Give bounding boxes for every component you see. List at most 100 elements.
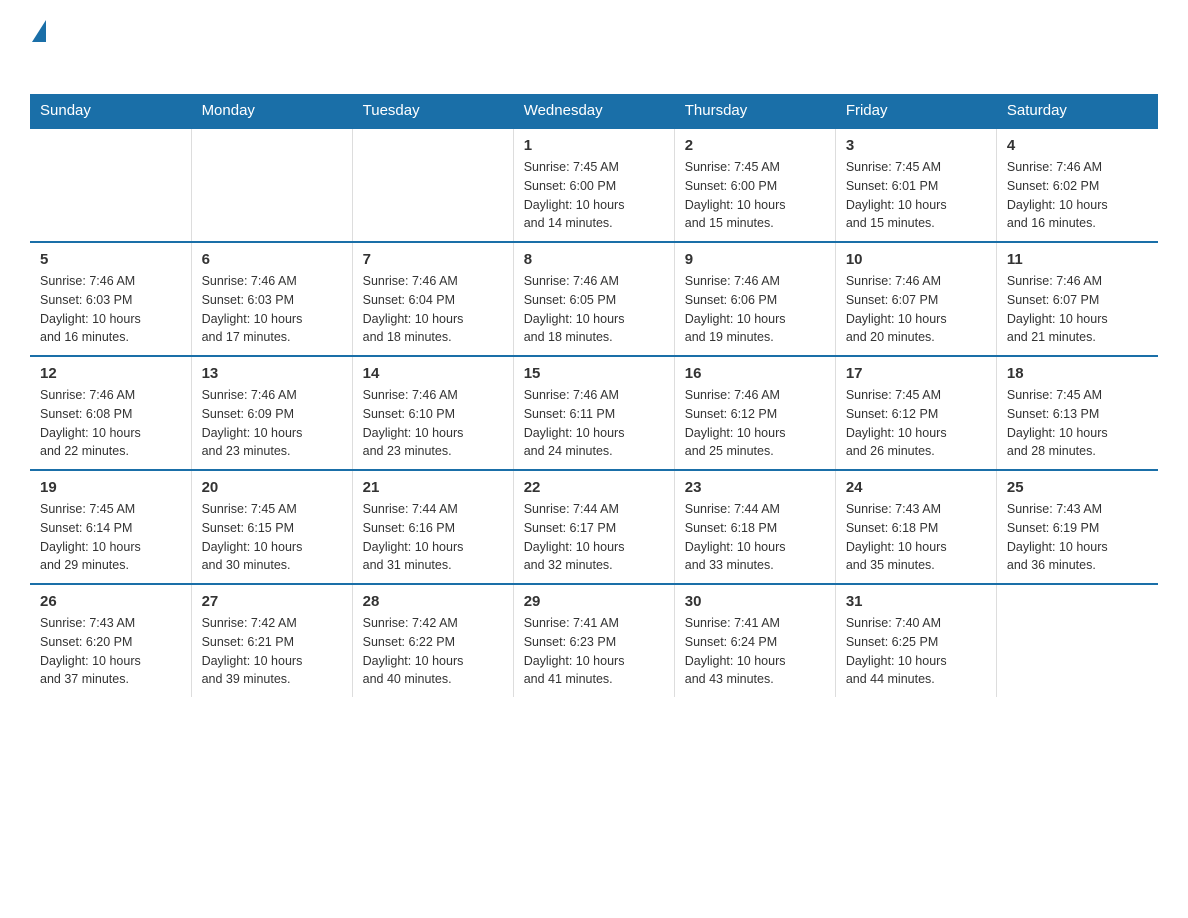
header-cell-sunday: Sunday — [30, 94, 191, 128]
calendar-cell: 23 Sunrise: 7:44 AM Sunset: 6:18 PM Dayli… — [674, 470, 835, 584]
calendar-cell: 3 Sunrise: 7:45 AM Sunset: 6:01 PM Daylig… — [835, 128, 996, 242]
day-info: Sunrise: 7:45 AM Sunset: 6:14 PM Dayligh… — [40, 500, 181, 575]
calendar-cell: 2 Sunrise: 7:45 AM Sunset: 6:00 PM Daylig… — [674, 128, 835, 242]
day-info: Sunrise: 7:46 AM Sunset: 6:02 PM Dayligh… — [1007, 158, 1148, 233]
calendar-cell: 18Sunrise: 7:45 AM Sunset: 6:13 PM Dayli… — [996, 356, 1157, 470]
day-info: Sunrise: 7:46 AM Sunset: 6:04 PM Dayligh… — [363, 272, 503, 347]
calendar-cell: 4 Sunrise: 7:46 AM Sunset: 6:02 PM Daylig… — [996, 128, 1157, 242]
day-info: Sunrise: 7:45 AM Sunset: 6:13 PM Dayligh… — [1007, 386, 1148, 461]
day-number: 3 — [846, 137, 986, 154]
calendar-cell: 5Sunrise: 7:46 AM Sunset: 6:03 PM Daylig… — [30, 242, 191, 356]
day-number: 6 — [202, 251, 342, 268]
calendar-cell: 9Sunrise: 7:46 AM Sunset: 6:06 PM Daylig… — [674, 242, 835, 356]
day-info: Sunrise: 7:46 AM Sunset: 6:11 PM Dayligh… — [524, 386, 664, 461]
day-number: 17 — [846, 365, 986, 382]
day-number: 26 — [40, 593, 181, 610]
calendar-cell: 10 Sunrise: 7:46 AM Sunset: 6:07 PM Dayli… — [835, 242, 996, 356]
day-info: Sunrise: 7:46 AM Sunset: 6:12 PM Dayligh… — [685, 386, 825, 461]
day-info: Sunrise: 7:46 AM Sunset: 6:03 PM Dayligh… — [202, 272, 342, 347]
calendar-cell: 11Sunrise: 7:46 AM Sunset: 6:07 PM Dayli… — [996, 242, 1157, 356]
calendar-cell: 27 Sunrise: 7:42 AM Sunset: 6:21 PM Dayli… — [191, 584, 352, 697]
calendar-cell: 13 Sunrise: 7:46 AM Sunset: 6:09 PM Dayli… — [191, 356, 352, 470]
day-number: 16 — [685, 365, 825, 382]
day-number: 4 — [1007, 137, 1148, 154]
calendar-body: 1 Sunrise: 7:45 AM Sunset: 6:00 PM Daylig… — [30, 128, 1158, 697]
day-number: 27 — [202, 593, 342, 610]
day-info: Sunrise: 7:45 AM Sunset: 6:12 PM Dayligh… — [846, 386, 986, 461]
day-number: 25 — [1007, 479, 1148, 496]
calendar-cell: 12 Sunrise: 7:46 AM Sunset: 6:08 PM Dayli… — [30, 356, 191, 470]
calendar-cell: 20 Sunrise: 7:45 AM Sunset: 6:15 PM Dayli… — [191, 470, 352, 584]
day-info: Sunrise: 7:42 AM Sunset: 6:21 PM Dayligh… — [202, 614, 342, 689]
day-number: 21 — [363, 479, 503, 496]
day-number: 12 — [40, 365, 181, 382]
calendar-cell: 21Sunrise: 7:44 AM Sunset: 6:16 PM Dayli… — [352, 470, 513, 584]
day-number: 1 — [524, 137, 664, 154]
calendar-cell: 19 Sunrise: 7:45 AM Sunset: 6:14 PM Dayli… — [30, 470, 191, 584]
day-number: 30 — [685, 593, 825, 610]
day-number: 7 — [363, 251, 503, 268]
calendar-cell — [352, 128, 513, 242]
calendar-header: SundayMondayTuesdayWednesdayThursdayFrid… — [30, 94, 1158, 128]
day-info: Sunrise: 7:46 AM Sunset: 6:09 PM Dayligh… — [202, 386, 342, 461]
day-info: Sunrise: 7:45 AM Sunset: 6:00 PM Dayligh… — [524, 158, 664, 233]
day-number: 22 — [524, 479, 664, 496]
calendar-cell: 16 Sunrise: 7:46 AM Sunset: 6:12 PM Dayli… — [674, 356, 835, 470]
day-number: 19 — [40, 479, 181, 496]
calendar-cell — [191, 128, 352, 242]
day-number: 13 — [202, 365, 342, 382]
header-cell-monday: Monday — [191, 94, 352, 128]
day-info: Sunrise: 7:44 AM Sunset: 6:18 PM Dayligh… — [685, 500, 825, 575]
day-info: Sunrise: 7:43 AM Sunset: 6:19 PM Dayligh… — [1007, 500, 1148, 575]
day-info: Sunrise: 7:40 AM Sunset: 6:25 PM Dayligh… — [846, 614, 986, 689]
header-cell-friday: Friday — [835, 94, 996, 128]
day-info: Sunrise: 7:43 AM Sunset: 6:20 PM Dayligh… — [40, 614, 181, 689]
day-info: Sunrise: 7:41 AM Sunset: 6:24 PM Dayligh… — [685, 614, 825, 689]
page-header — [30, 20, 1158, 74]
calendar-cell: 22 Sunrise: 7:44 AM Sunset: 6:17 PM Dayli… — [513, 470, 674, 584]
day-number: 15 — [524, 365, 664, 382]
header-cell-saturday: Saturday — [996, 94, 1157, 128]
calendar-cell: 1 Sunrise: 7:45 AM Sunset: 6:00 PM Daylig… — [513, 128, 674, 242]
calendar-table: SundayMondayTuesdayWednesdayThursdayFrid… — [30, 94, 1158, 697]
day-number: 8 — [524, 251, 664, 268]
calendar-cell: 17 Sunrise: 7:45 AM Sunset: 6:12 PM Dayli… — [835, 356, 996, 470]
calendar-cell: 15 Sunrise: 7:46 AM Sunset: 6:11 PM Dayli… — [513, 356, 674, 470]
day-info: Sunrise: 7:44 AM Sunset: 6:17 PM Dayligh… — [524, 500, 664, 575]
calendar-cell: 14Sunrise: 7:46 AM Sunset: 6:10 PM Dayli… — [352, 356, 513, 470]
logo — [30, 20, 46, 74]
calendar-week-5: 26 Sunrise: 7:43 AM Sunset: 6:20 PM Dayli… — [30, 584, 1158, 697]
day-number: 2 — [685, 137, 825, 154]
logo-triangle-icon — [32, 20, 46, 42]
calendar-cell: 8Sunrise: 7:46 AM Sunset: 6:05 PM Daylig… — [513, 242, 674, 356]
calendar-cell: 7 Sunrise: 7:46 AM Sunset: 6:04 PM Daylig… — [352, 242, 513, 356]
header-cell-tuesday: Tuesday — [352, 94, 513, 128]
calendar-week-4: 19 Sunrise: 7:45 AM Sunset: 6:14 PM Dayli… — [30, 470, 1158, 584]
day-info: Sunrise: 7:45 AM Sunset: 6:15 PM Dayligh… — [202, 500, 342, 575]
header-cell-thursday: Thursday — [674, 94, 835, 128]
calendar-week-2: 5 Sunrise: 7:46 AM Sunset: 6:03 PM Daylig… — [30, 242, 1158, 356]
day-number: 10 — [846, 251, 986, 268]
calendar-cell: 28Sunrise: 7:42 AM Sunset: 6:22 PM Dayli… — [352, 584, 513, 697]
calendar-cell — [996, 584, 1157, 697]
day-info: Sunrise: 7:45 AM Sunset: 6:00 PM Dayligh… — [685, 158, 825, 233]
day-number: 20 — [202, 479, 342, 496]
day-info: Sunrise: 7:43 AM Sunset: 6:18 PM Dayligh… — [846, 500, 986, 575]
day-info: Sunrise: 7:46 AM Sunset: 6:06 PM Dayligh… — [685, 272, 825, 347]
day-number: 23 — [685, 479, 825, 496]
day-info: Sunrise: 7:46 AM Sunset: 6:08 PM Dayligh… — [40, 386, 181, 461]
calendar-week-1: 1 Sunrise: 7:45 AM Sunset: 6:00 PM Daylig… — [30, 128, 1158, 242]
calendar-week-3: 12 Sunrise: 7:46 AM Sunset: 6:08 PM Dayli… — [30, 356, 1158, 470]
day-info: Sunrise: 7:46 AM Sunset: 6:07 PM Dayligh… — [846, 272, 986, 347]
calendar-cell — [30, 128, 191, 242]
day-info: Sunrise: 7:45 AM Sunset: 6:01 PM Dayligh… — [846, 158, 986, 233]
calendar-cell: 25 Sunrise: 7:43 AM Sunset: 6:19 PM Dayli… — [996, 470, 1157, 584]
day-number: 31 — [846, 593, 986, 610]
calendar-cell: 6 Sunrise: 7:46 AM Sunset: 6:03 PM Daylig… — [191, 242, 352, 356]
day-info: Sunrise: 7:41 AM Sunset: 6:23 PM Dayligh… — [524, 614, 664, 689]
calendar-cell: 31 Sunrise: 7:40 AM Sunset: 6:25 PM Dayli… — [835, 584, 996, 697]
calendar-cell: 29 Sunrise: 7:41 AM Sunset: 6:23 PM Dayli… — [513, 584, 674, 697]
day-info: Sunrise: 7:46 AM Sunset: 6:10 PM Dayligh… — [363, 386, 503, 461]
day-number: 5 — [40, 251, 181, 268]
day-number: 29 — [524, 593, 664, 610]
